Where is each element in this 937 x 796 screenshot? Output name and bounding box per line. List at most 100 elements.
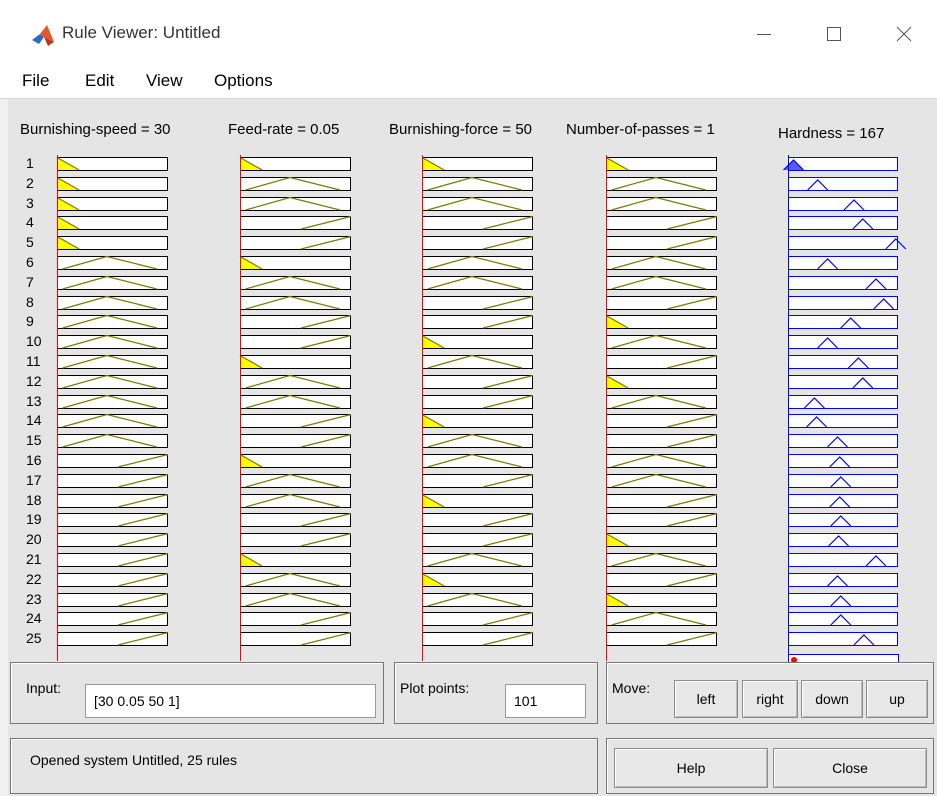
rule-output-cell[interactable] [788, 296, 899, 311]
rule-input-cell[interactable] [606, 493, 718, 509]
rule-output-cell[interactable] [788, 434, 899, 449]
rule-input-cell[interactable] [422, 512, 534, 528]
rule-input-cell[interactable] [240, 572, 352, 588]
rule-input-cell[interactable] [606, 473, 718, 489]
rule-input-cell[interactable] [57, 611, 169, 627]
input-marker-line[interactable] [422, 155, 423, 661]
rule-input-cell[interactable] [422, 215, 534, 231]
rule-output-cell[interactable] [788, 177, 899, 192]
rule-output-cell[interactable] [788, 414, 899, 429]
rule-output-cell[interactable] [788, 494, 899, 509]
rule-input-cell[interactable] [422, 453, 534, 469]
close-button[interactable]: Close [773, 748, 927, 788]
rule-input-cell[interactable] [606, 354, 718, 370]
rule-input-cell[interactable] [57, 493, 169, 509]
rule-output-cell[interactable] [788, 315, 899, 330]
rule-input-cell[interactable] [56, 176, 169, 192]
rule-input-cell[interactable] [606, 512, 718, 528]
rule-input-cell[interactable] [240, 592, 352, 608]
rule-input-cell[interactable] [240, 235, 352, 251]
rule-input-cell[interactable] [240, 374, 352, 390]
maximize-icon[interactable] [811, 16, 857, 52]
menu-options[interactable]: Options [214, 71, 273, 91]
rule-output-cell[interactable] [783, 157, 899, 172]
input-marker-line[interactable] [240, 155, 241, 661]
rule-input-cell[interactable] [422, 176, 534, 192]
rule-input-cell[interactable] [240, 493, 352, 509]
rule-input-cell[interactable] [605, 314, 718, 330]
rule-input-cell[interactable] [57, 255, 169, 271]
rule-input-cell[interactable] [606, 215, 718, 231]
rule-output-cell[interactable] [788, 375, 899, 390]
menu-file[interactable]: File [22, 71, 49, 91]
rule-input-cell[interactable] [422, 275, 534, 291]
rule-input-cell[interactable] [240, 611, 352, 627]
rule-input-cell[interactable] [422, 473, 534, 489]
rule-input-cell[interactable] [606, 235, 718, 251]
rule-input-cell[interactable] [56, 196, 169, 212]
rule-input-cell[interactable] [57, 453, 169, 469]
plot-points-field[interactable]: 101 [505, 684, 586, 718]
rule-input-cell[interactable] [606, 334, 718, 350]
rule-input-cell[interactable] [56, 215, 169, 231]
rule-input-cell[interactable] [422, 631, 534, 647]
rule-input-cell[interactable] [57, 413, 169, 429]
rule-input-cell[interactable] [240, 196, 352, 212]
rule-input-cell[interactable] [240, 275, 352, 291]
rule-input-cell[interactable] [606, 631, 718, 647]
move-right-button[interactable]: right [742, 680, 798, 718]
rule-input-cell[interactable] [240, 512, 352, 528]
rule-input-cell[interactable] [421, 493, 534, 509]
rule-input-cell[interactable] [240, 532, 352, 548]
rule-input-cell[interactable] [240, 433, 352, 449]
rule-input-cell[interactable] [240, 394, 352, 410]
rule-output-cell[interactable] [788, 454, 899, 469]
rule-input-cell[interactable] [239, 354, 352, 370]
rule-input-cell[interactable] [240, 314, 352, 330]
rule-output-cell[interactable] [788, 513, 899, 528]
rule-input-cell[interactable] [239, 552, 352, 568]
rule-input-cell[interactable] [422, 255, 534, 271]
rule-input-cell[interactable] [57, 512, 169, 528]
minimize-icon[interactable] [741, 16, 787, 52]
rule-output-cell[interactable] [788, 474, 899, 489]
rule-input-cell[interactable] [606, 453, 718, 469]
rule-output-cell[interactable] [788, 197, 899, 212]
rule-input-cell[interactable] [422, 394, 534, 410]
rule-input-cell[interactable] [605, 532, 718, 548]
rule-input-cell[interactable] [422, 433, 534, 449]
rule-input-cell[interactable] [240, 631, 352, 647]
rule-input-cell[interactable] [57, 334, 169, 350]
help-button[interactable]: Help [614, 748, 768, 788]
rule-input-cell[interactable] [57, 295, 169, 311]
rule-input-cell[interactable] [605, 592, 718, 608]
rule-output-cell[interactable] [788, 612, 899, 627]
rule-input-cell[interactable] [606, 394, 718, 410]
rule-input-cell[interactable] [605, 156, 718, 172]
input-marker-line[interactable] [606, 155, 607, 661]
rule-input-cell[interactable] [239, 453, 352, 469]
rule-input-cell[interactable] [606, 176, 718, 192]
rule-input-cell[interactable] [57, 374, 169, 390]
rule-input-cell[interactable] [56, 235, 169, 251]
rule-output-cell[interactable] [788, 335, 899, 350]
rule-input-cell[interactable] [606, 255, 718, 271]
menu-view[interactable]: View [146, 71, 183, 91]
rule-input-cell[interactable] [422, 295, 534, 311]
rule-output-cell[interactable] [788, 236, 907, 251]
rule-input-cell[interactable] [57, 394, 169, 410]
rule-output-cell[interactable] [788, 276, 899, 291]
move-down-button[interactable]: down [801, 680, 863, 718]
rule-input-cell[interactable] [57, 552, 169, 568]
rule-input-cell[interactable] [421, 572, 534, 588]
rule-output-cell[interactable] [788, 355, 899, 370]
rule-input-cell[interactable] [422, 196, 534, 212]
input-field[interactable]: [30 0.05 50 1] [85, 684, 376, 718]
rule-input-cell[interactable] [240, 473, 352, 489]
rule-input-cell[interactable] [422, 314, 534, 330]
rule-input-cell[interactable] [606, 413, 718, 429]
rule-input-cell[interactable] [422, 532, 534, 548]
rule-input-cell[interactable] [57, 473, 169, 489]
rule-input-cell[interactable] [57, 532, 169, 548]
rule-output-cell[interactable] [788, 216, 899, 231]
